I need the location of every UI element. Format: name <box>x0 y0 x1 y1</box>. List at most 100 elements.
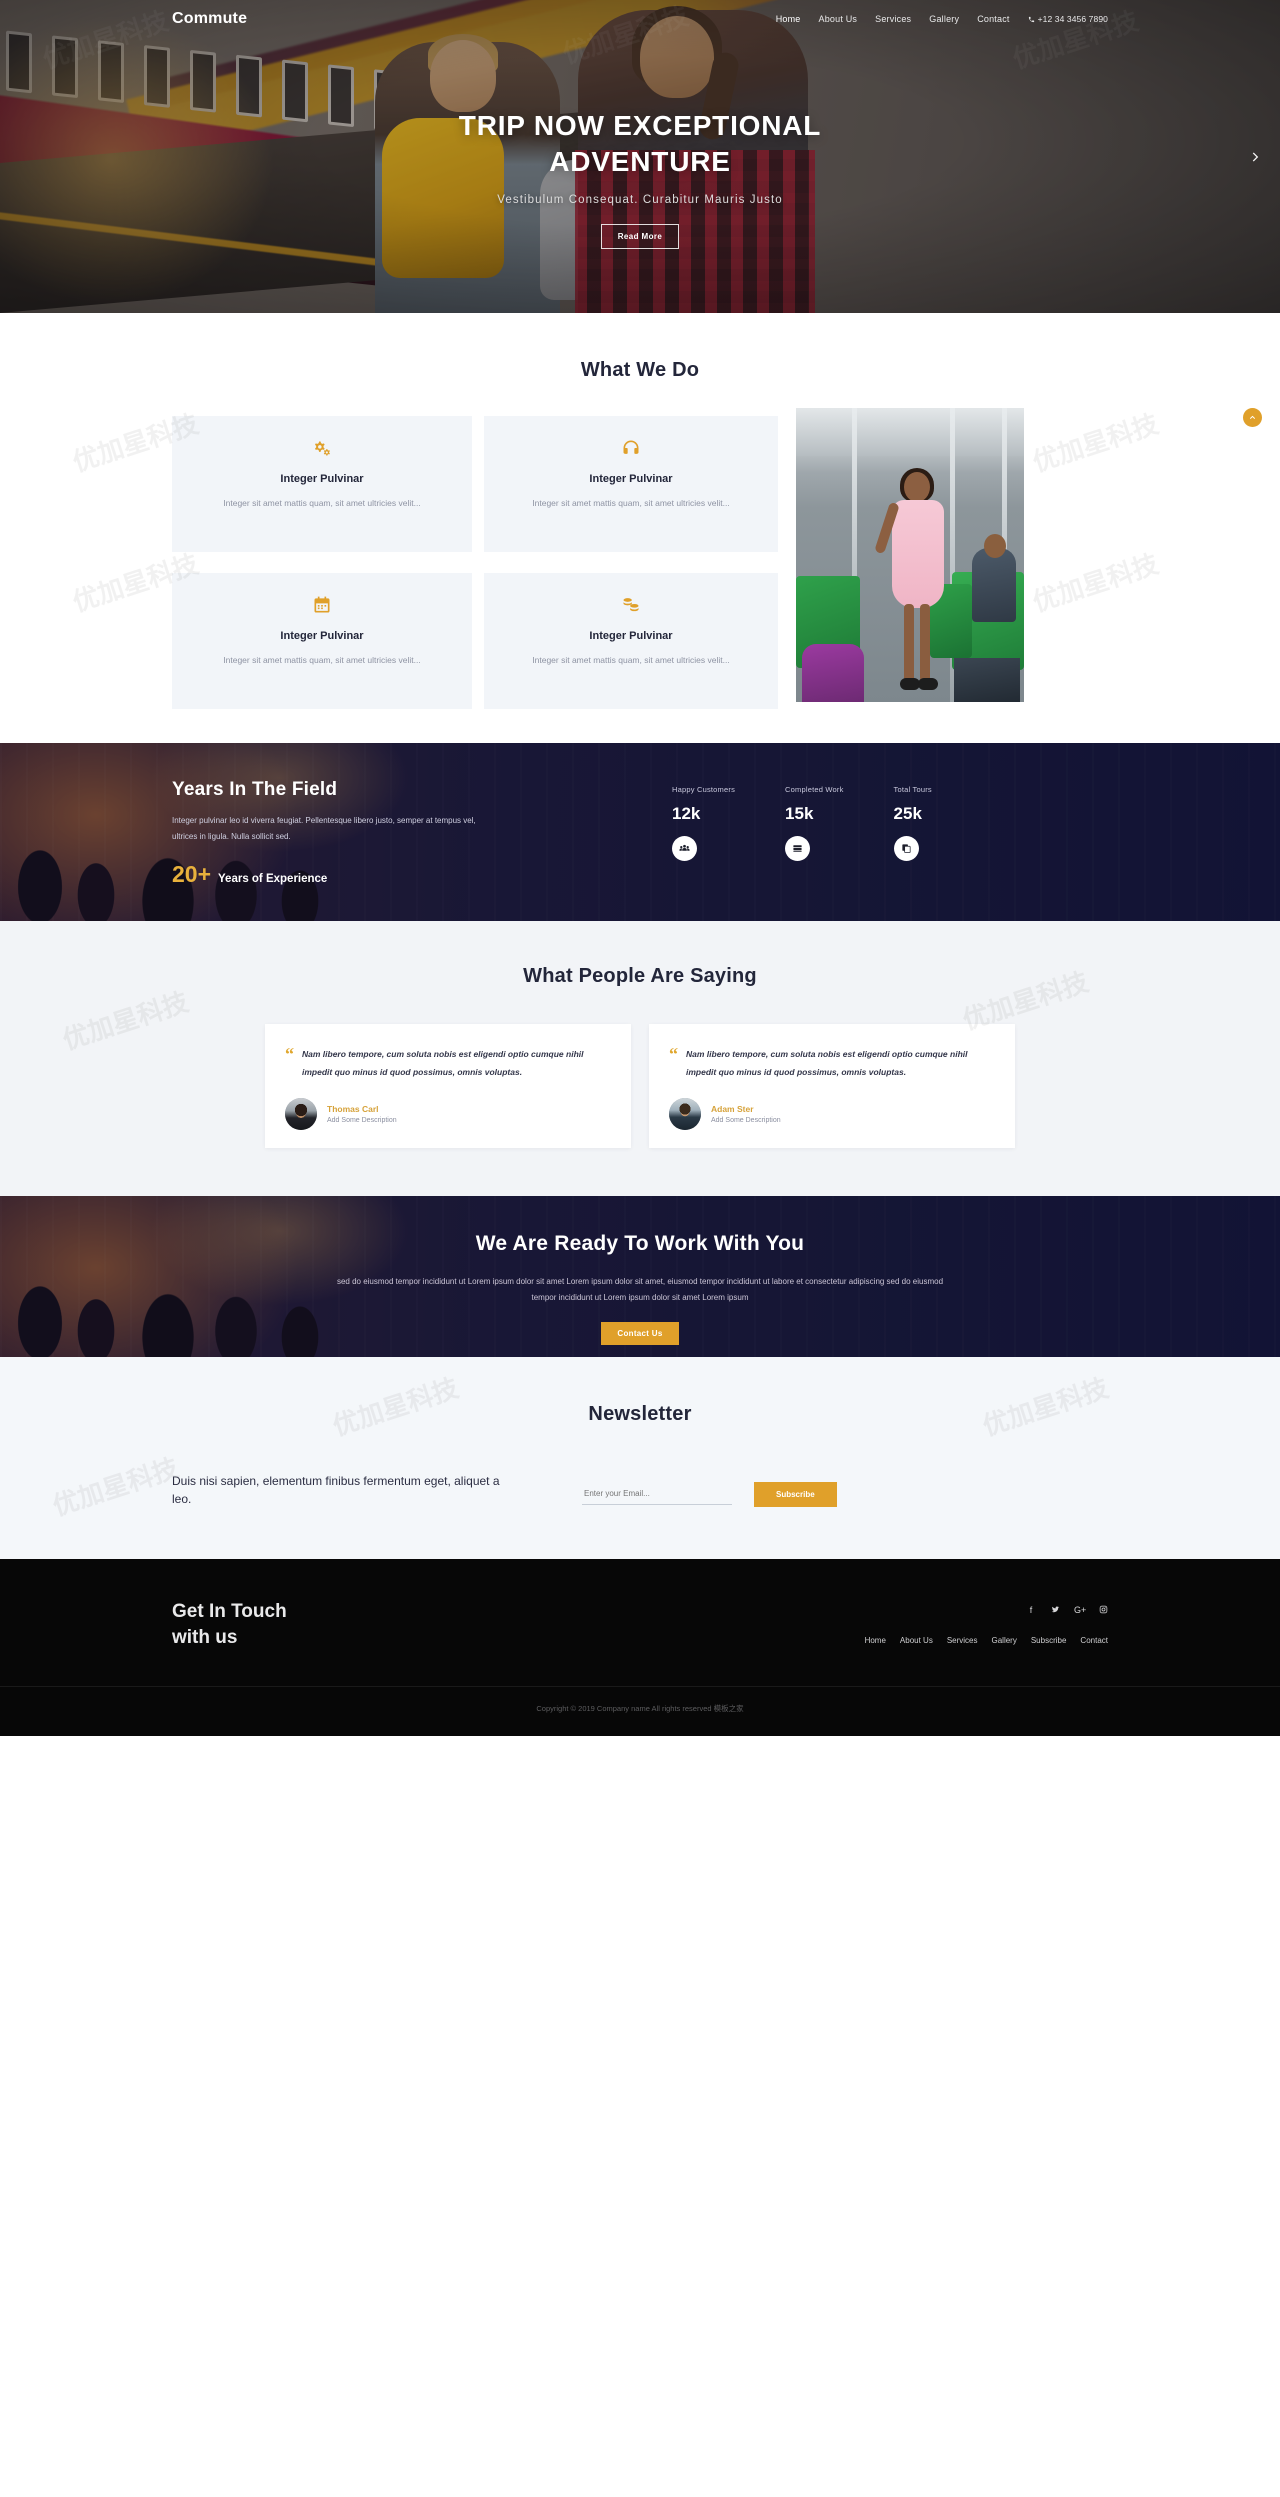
counter-total-tours: Total Tours 25k <box>893 785 932 861</box>
testimonial-author-role: Add Some Description <box>327 1116 397 1124</box>
brand-logo[interactable]: Commute <box>172 10 247 28</box>
newsletter-form[interactable]: Subscribe <box>582 1472 837 1507</box>
service-card[interactable]: Integer Pulvinar Integer sit amet mattis… <box>484 416 778 552</box>
footer-link-gallery[interactable]: Gallery <box>992 1636 1017 1645</box>
nav-phone-label: +12 34 3456 7890 <box>1037 14 1108 24</box>
phone-icon <box>1028 16 1034 22</box>
what-we-do-grid: Integer Pulvinar Integer sit amet mattis… <box>172 408 1108 709</box>
service-card-text: Integer sit amet mattis quam, sit amet u… <box>223 655 421 665</box>
footer-link-subscribe[interactable]: Subscribe <box>1031 1636 1067 1645</box>
newsletter-row: Duis nisi sapien, elementum finibus ferm… <box>172 1472 1108 1509</box>
email-input[interactable] <box>582 1483 732 1506</box>
hero-section: Commute Home About Us Services Gallery C… <box>0 0 1280 313</box>
nav-item-contact[interactable]: Contact <box>977 14 1009 24</box>
footer-link-home[interactable]: Home <box>865 1636 886 1645</box>
instagram-icon[interactable] <box>1098 1605 1108 1616</box>
footer-title-line1: Get In Touch <box>172 1600 287 1622</box>
avatar <box>669 1097 701 1130</box>
service-card[interactable]: Integer Pulvinar Integer sit amet mattis… <box>172 416 472 552</box>
testimonial-quote: Nam libero tempore, cum soluta nobis est… <box>302 1049 584 1077</box>
service-card[interactable]: Integer Pulvinar Integer sit amet mattis… <box>172 573 472 709</box>
contact-us-button[interactable]: Contact Us <box>601 1321 679 1345</box>
footer-title-line2: with us <box>172 1626 238 1648</box>
experience-number: 20+ <box>172 861 212 887</box>
what-we-do-photo <box>796 408 1024 702</box>
newsletter-section: 优加星科技 优加星科技 优加星科技 Newsletter Duis nisi s… <box>0 1356 1280 1559</box>
service-card-title: Integer Pulvinar <box>280 473 364 485</box>
copy-icon <box>893 836 919 861</box>
testimonial-author-name: Thomas Carl <box>327 1103 379 1114</box>
nav-item-gallery[interactable]: Gallery <box>929 14 959 24</box>
chevron-right-icon <box>1252 151 1259 162</box>
coins-icon <box>500 595 762 618</box>
quote-icon: “ <box>669 1044 678 1064</box>
section-title-testimonials: What People Are Saying <box>523 965 757 987</box>
counter-caption: Happy Customers <box>672 785 736 794</box>
read-more-button[interactable]: Read More <box>600 223 680 249</box>
footer-links[interactable]: Home About Us Services Gallery Subscribe… <box>865 1636 1108 1645</box>
nav-phone[interactable]: +12 34 3456 7890 <box>1028 14 1108 24</box>
twitter-icon[interactable] <box>1050 1605 1060 1616</box>
gears-icon <box>188 438 456 461</box>
testimonial-quote: Nam libero tempore, cum soluta nobis est… <box>686 1049 968 1077</box>
testimonial-author-role: Add Some Description <box>711 1116 781 1124</box>
users-icon <box>672 836 697 861</box>
nav-item-home[interactable]: Home <box>776 14 801 24</box>
watermark: 优加星科技 <box>49 1452 182 1521</box>
counter-value: 12k <box>672 804 701 823</box>
service-card-title: Integer Pulvinar <box>589 630 673 642</box>
main-navigation[interactable]: Commute Home About Us Services Gallery C… <box>0 0 1280 38</box>
facebook-icon[interactable]: f <box>1026 1605 1036 1616</box>
stats-counters: Happy Customers 12k Completed Work 15k T… <box>672 779 932 861</box>
testimonials-section: 优加星科技 优加星科技 What People Are Saying “ Nam… <box>0 921 1280 1196</box>
stats-title: Years In The Field <box>172 779 338 800</box>
footer-social-links[interactable]: f G+ <box>865 1605 1108 1616</box>
google-plus-icon[interactable]: G+ <box>1074 1605 1086 1616</box>
testimonial-card: “ Nam libero tempore, cum soluta nobis e… <box>649 1024 1015 1148</box>
what-we-do-section: 优加星科技 优加星科技 优加星科技 优加星科技 What We Do Integ… <box>0 313 1280 743</box>
watermark: 优加星科技 <box>59 986 192 1056</box>
nav-links[interactable]: Home About Us Services Gallery Contact +… <box>776 14 1108 24</box>
nav-item-services[interactable]: Services <box>875 14 911 24</box>
counter-happy-customers: Happy Customers 12k <box>672 785 735 861</box>
cta-section: We Are Ready To Work With You sed do eiu… <box>0 1195 1280 1357</box>
stats-text-block: Years In The Field Integer pulvinar leo … <box>172 779 592 888</box>
footer-link-about-us[interactable]: About Us <box>900 1636 933 1645</box>
counter-value: 15k <box>785 804 814 823</box>
experience-block: 20+ Years of Experience <box>172 861 592 888</box>
service-card-text: Integer sit amet mattis quam, sit amet u… <box>223 498 421 508</box>
chevron-up-icon <box>1249 415 1256 419</box>
footer-link-contact[interactable]: Contact <box>1080 1636 1108 1645</box>
footer-link-services[interactable]: Services <box>947 1636 978 1645</box>
service-card[interactable]: Integer Pulvinar Integer sit amet mattis… <box>484 573 778 709</box>
counter-value: 25k <box>893 804 922 823</box>
stats-description: Integer pulvinar leo id viverra feugiat.… <box>172 816 476 841</box>
hero-title: TRIP NOW EXCEPTIONAL ADVENTURE <box>458 110 822 177</box>
section-title-newsletter: Newsletter <box>588 1402 692 1425</box>
hero-next-slide-button[interactable] <box>1244 146 1266 168</box>
footer: 优加星科技 优加星科技 优加星科技 Get In Touch with us f… <box>0 1 1280 1737</box>
cta-title: We Are Ready To Work With You <box>475 1231 805 1255</box>
footer-title: Get In Touch with us <box>172 1599 287 1650</box>
hero-subtitle: Vestibulum Consequat. Curabitur Mauris J… <box>497 193 783 206</box>
service-card-title: Integer Pulvinar <box>589 473 673 485</box>
nav-item-about-us[interactable]: About Us <box>819 14 858 24</box>
testimonial-card: “ Nam libero tempore, cum soluta nobis e… <box>265 1024 631 1148</box>
calendar-icon <box>188 595 456 618</box>
service-card-title: Integer Pulvinar <box>280 630 364 642</box>
testimonial-author-name: Adam Ster <box>711 1103 754 1114</box>
section-title-what-we-do: What We Do <box>580 359 700 381</box>
avatar <box>285 1097 317 1130</box>
page-root: Commute Home About Us Services Gallery C… <box>0 0 1280 1737</box>
copyright: Copyright © 2019 Company name All rights… <box>0 1686 1280 1714</box>
counter-completed-work: Completed Work 15k <box>785 785 844 861</box>
scroll-to-top-button[interactable] <box>1243 408 1262 427</box>
subscribe-button[interactable]: Subscribe <box>754 1481 837 1507</box>
service-card-text: Integer sit amet mattis quam, sit amet u… <box>532 655 730 665</box>
newsletter-text: Duis nisi sapien, elementum finibus ferm… <box>172 1473 500 1507</box>
counter-caption: Completed Work <box>785 785 844 794</box>
counter-caption: Total Tours <box>893 785 932 794</box>
quote-icon: “ <box>285 1044 294 1064</box>
headphones-icon <box>500 438 762 461</box>
cta-description: sed do eiusmod tempor incididunt ut Lore… <box>336 1276 944 1302</box>
